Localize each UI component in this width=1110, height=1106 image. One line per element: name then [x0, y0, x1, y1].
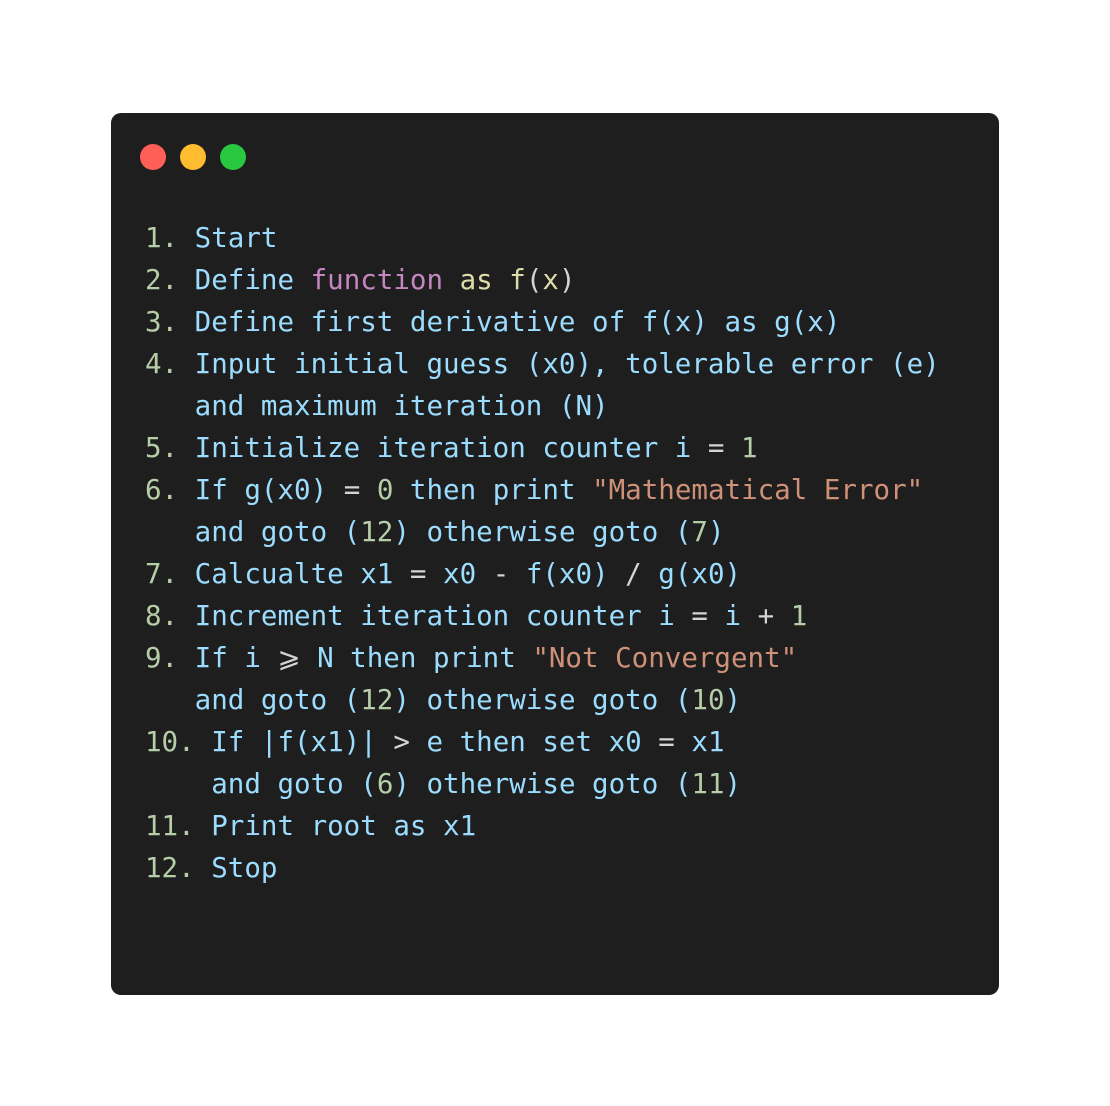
code-line: 9. If i ⩾ N then print "Not Convergent" [145, 637, 940, 679]
code-token: ) otherwise goto ( [393, 684, 692, 716]
code-token: x [542, 264, 559, 296]
line-number: 6. [145, 474, 195, 506]
maximize-dot-icon[interactable] [220, 144, 246, 170]
code-token: = [707, 432, 725, 464]
code-block: 1. Start 2. Define function as f(x) 3. Def… [145, 217, 940, 889]
line-number: 5. [145, 432, 195, 464]
code-token: + [757, 600, 775, 632]
code-token: "Mathematical Error" [592, 474, 924, 506]
code-token: 12 [360, 684, 394, 716]
code-line: 5. Initialize iteration counter i = 1 [145, 427, 940, 469]
code-line: 12. Stop [145, 847, 940, 889]
line-number: 7. [145, 558, 195, 590]
code-token: and goto ( [194, 684, 361, 716]
line-number: 2. [145, 264, 195, 296]
line-number: 12. [145, 852, 212, 884]
code-window: 1. Start 2. Define function as f(x) 3. Def… [111, 113, 999, 995]
code-token: If i [194, 642, 278, 674]
code-token: and goto ( [194, 516, 361, 548]
code-token: / [625, 558, 642, 590]
code-token: then print [393, 474, 593, 506]
minimize-dot-icon[interactable] [180, 144, 206, 170]
code-token: Start [194, 222, 278, 254]
code-token: e then set x0 [409, 726, 659, 758]
code-token: 10 [691, 684, 725, 716]
code-token: Input initial guess (x0), tolerable erro… [194, 348, 940, 380]
code-token: ( [525, 264, 543, 296]
code-token: Increment iteration counter i [194, 600, 692, 632]
code-line: 10. If |f(x1)| > e then set x0 = x1 [145, 721, 940, 763]
code-token: N then print [300, 642, 533, 674]
code-token: ) otherwise goto ( [393, 768, 692, 800]
code-token: = [343, 474, 361, 506]
code-token: g(x0) [641, 558, 742, 590]
code-token: ) [724, 684, 742, 716]
code-token: 1 [790, 600, 808, 632]
code-line: 2. Define function as f(x) [145, 259, 940, 301]
code-line: and goto (12) otherwise goto (10) [145, 679, 940, 721]
code-token: x0 [426, 558, 493, 590]
code-token: Print root as x1 [211, 810, 477, 842]
line-number [145, 516, 195, 548]
code-token: i [707, 600, 758, 632]
code-token: 12 [360, 516, 394, 548]
code-line: and maximum iteration (N) [145, 385, 940, 427]
code-line: and goto (6) otherwise goto (11) [145, 763, 940, 805]
code-token: = [691, 600, 708, 632]
code-token: Define first derivative of f(x) as g(x) [194, 306, 841, 338]
code-token: function [310, 264, 444, 296]
code-token: 1 [741, 432, 758, 464]
code-token: Stop [211, 852, 278, 884]
line-number [145, 390, 195, 422]
code-line: 3. Define first derivative of f(x) as g(… [145, 301, 940, 343]
code-line: 6. If g(x0) = 0 then print "Mathematical… [145, 469, 940, 511]
code-token: "Not Convergent" [532, 642, 798, 674]
code-line: 1. Start [145, 217, 940, 259]
code-token: ⩾ [277, 642, 301, 674]
code-line: 11. Print root as x1 [145, 805, 940, 847]
code-token: Initialize iteration counter i [194, 432, 708, 464]
code-token: 0 [376, 474, 394, 506]
line-number: 8. [145, 600, 195, 632]
code-token: 11 [691, 768, 725, 800]
line-number: 10. [145, 726, 212, 758]
code-token: and goto ( [211, 768, 377, 800]
code-token: Calcualte x1 [194, 558, 410, 590]
line-number: 1. [145, 222, 195, 254]
code-token: f [509, 264, 526, 296]
line-number: 11. [145, 810, 212, 842]
code-token: ) otherwise goto ( [393, 516, 692, 548]
code-line: 4. Input initial guess (x0), tolerable e… [145, 343, 940, 385]
code-token: ) [724, 768, 742, 800]
line-number [145, 768, 211, 800]
line-number: 9. [145, 642, 195, 674]
code-token: and maximum iteration (N) [194, 390, 609, 422]
code-token: 6 [376, 768, 394, 800]
code-line: and goto (12) otherwise goto (7) [145, 511, 940, 553]
code-token: = [409, 558, 427, 590]
code-token: If g(x0) [194, 474, 344, 506]
code-line: 8. Increment iteration counter i = i + 1 [145, 595, 940, 637]
close-dot-icon[interactable] [140, 144, 166, 170]
code-token: > [393, 726, 410, 758]
line-number: 4. [145, 348, 195, 380]
code-token: x1 [674, 726, 725, 758]
code-token: ) [707, 516, 725, 548]
code-token: = [658, 726, 675, 758]
code-token: f(x0) [509, 558, 626, 590]
code-token: 7 [691, 516, 708, 548]
code-token: - [492, 558, 510, 590]
code-token: If |f(x1)| [211, 726, 394, 758]
code-line: 7. Calcualte x1 = x0 - f(x0) / g(x0) [145, 553, 940, 595]
line-number [145, 684, 195, 716]
code-token: ) [558, 264, 576, 296]
line-number: 3. [145, 306, 195, 338]
code-token: as [459, 264, 493, 296]
code-token: Define [194, 264, 311, 296]
